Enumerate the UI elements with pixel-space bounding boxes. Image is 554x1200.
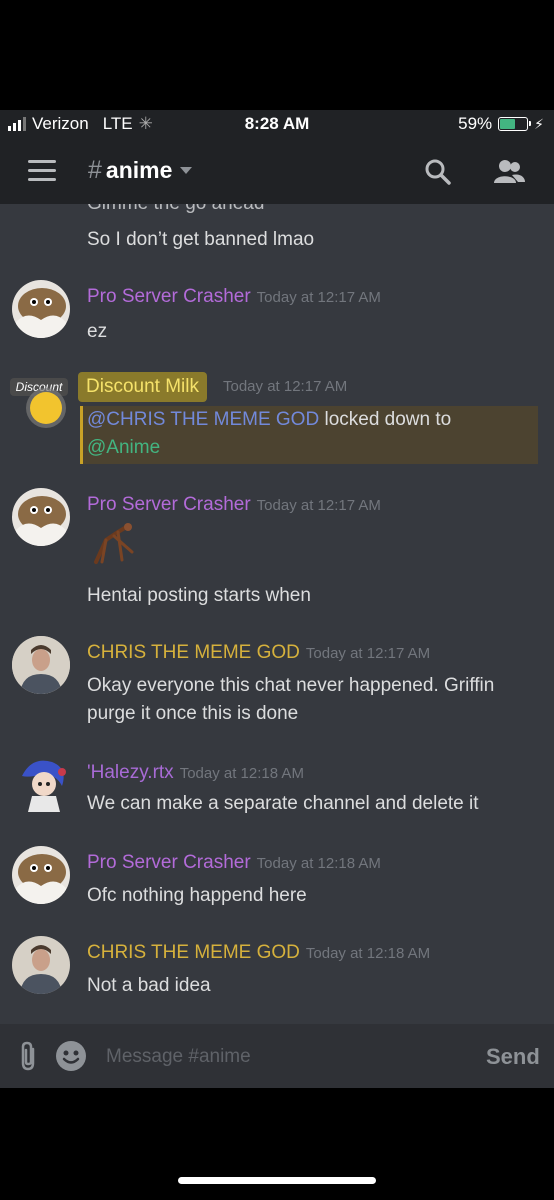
message-timestamp: Today at 12:17 AM	[223, 378, 348, 395]
message-timestamp: Today at 12:18 AM	[256, 855, 381, 872]
person-avatar-icon	[12, 636, 70, 694]
avatar[interactable]	[12, 936, 70, 994]
avatar[interactable]	[12, 488, 70, 546]
charging-bolt-icon: ⚡	[534, 115, 544, 132]
message-text: @CHRIS THE MEME GOD locked down to @Anim…	[87, 409, 452, 458]
message-text: Okay everyone this chat never happened. …	[87, 675, 495, 724]
hamburger-menu-icon[interactable]	[28, 160, 56, 181]
message-author[interactable]: Pro Server Crasher Today at 12:17 AM	[87, 286, 381, 308]
message-author[interactable]: CHRIS THE MEME GOD Today at 12:18 AM	[87, 942, 430, 964]
message-timestamp: Today at 12:17 AM	[305, 645, 431, 662]
message-text: So I don’t get banned lmao	[87, 229, 315, 250]
message-text: Hentai posting starts when	[87, 585, 311, 606]
message-input[interactable]: Message #anime	[106, 1046, 251, 1068]
channel-title[interactable]: # anime	[88, 156, 193, 185]
message-author[interactable]: Discount Milk	[78, 372, 207, 402]
role-mention[interactable]: @Anime	[87, 437, 160, 458]
battery-icon	[498, 117, 532, 131]
avatar[interactable]	[12, 846, 70, 904]
channel-name: anime	[105, 157, 173, 183]
message-list[interactable]: Gimme the go ahead So I don’t get banned…	[0, 204, 554, 1024]
creature-avatar-icon	[12, 846, 70, 904]
channel-hash-icon: #	[88, 156, 102, 184]
avatar[interactable]	[12, 756, 70, 814]
message-timestamp: Today at 12:18 AM	[305, 945, 431, 962]
message-timestamp: Today at 12:17 AM	[256, 289, 381, 306]
anime-character-avatar-icon	[22, 760, 66, 812]
search-icon[interactable]	[424, 158, 452, 186]
tap-indicator-icon	[30, 392, 62, 424]
message-timestamp: Today at 12:18 AM	[179, 765, 304, 782]
person-avatar-icon	[12, 936, 70, 994]
message-author[interactable]: Pro Server Crasher Today at 12:18 AM	[87, 852, 381, 874]
status-bar: Verizon LTE ✳ 8:28 AM 59% ⚡	[0, 110, 554, 138]
battery-percent: 59%	[458, 114, 493, 133]
creature-avatar-icon	[12, 488, 70, 546]
chevron-down-icon	[180, 167, 193, 174]
avatar[interactable]	[12, 280, 70, 338]
attachment-icon[interactable]	[17, 1040, 39, 1072]
avatar[interactable]: Discount	[10, 378, 72, 428]
user-mention[interactable]: @CHRIS THE MEME GOD	[87, 409, 319, 430]
creature-emoji-icon[interactable]	[88, 522, 136, 568]
send-button[interactable]: Send	[486, 1044, 540, 1070]
message-author[interactable]: CHRIS THE MEME GOD Today at 12:17 AM	[87, 642, 430, 664]
emoji-icon[interactable]	[55, 1040, 87, 1072]
message-text: We can make a separate channel and delet…	[87, 793, 479, 814]
message-author[interactable]: Pro Server Crasher Today at 12:17 AM	[87, 494, 381, 516]
avatar[interactable]	[12, 636, 70, 694]
message-text: ez	[87, 321, 108, 342]
channel-header: # anime	[0, 138, 554, 204]
message-timestamp: Today at 12:17 AM	[256, 497, 381, 514]
message-composer: Message #anime Send	[0, 1024, 554, 1088]
message-author[interactable]: 'Halezy.rtx Today at 12:18 AM	[87, 762, 304, 784]
message-text: Gimme the go ahead	[87, 204, 537, 218]
home-indicator[interactable]	[178, 1177, 376, 1184]
members-icon[interactable]	[492, 158, 526, 186]
message-text: Ofc nothing happend here	[87, 885, 307, 906]
creature-avatar-icon	[12, 280, 70, 338]
message-text: Not a bad idea	[87, 975, 211, 996]
